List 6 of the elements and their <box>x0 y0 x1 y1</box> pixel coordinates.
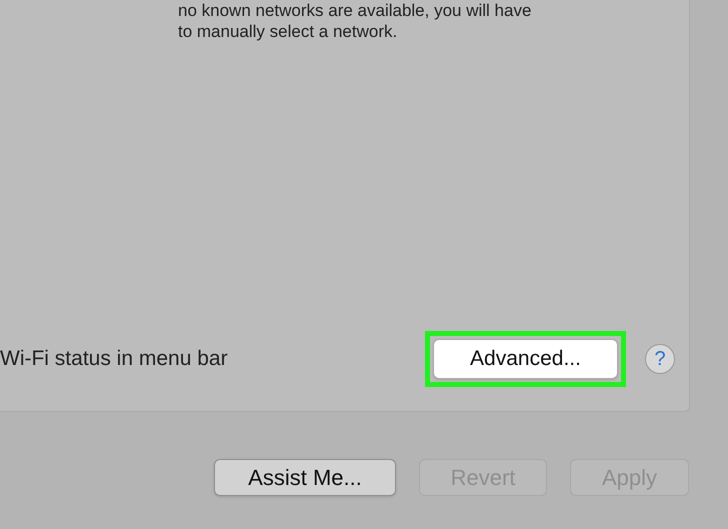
description-text: no known networks are available, you will have <box>178 0 532 21</box>
help-button[interactable]: ? <box>645 344 675 374</box>
description-text: to manually select a network. <box>178 21 398 42</box>
advanced-button[interactable]: Advanced... <box>433 339 618 379</box>
option-label: Wi-Fi status in menu bar <box>0 346 229 372</box>
assist-button[interactable]: Assist Me... <box>214 459 396 496</box>
